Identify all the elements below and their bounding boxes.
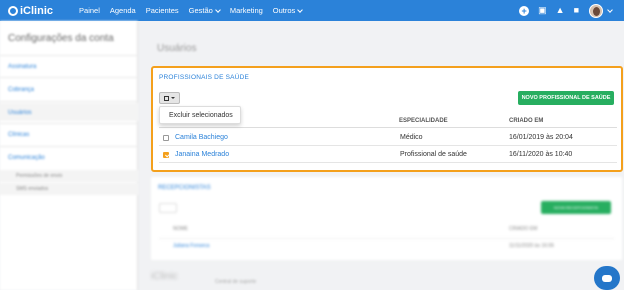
receptionist-name-link[interactable]: Juliana Fonseca	[173, 243, 209, 249]
page-title: Usuários	[157, 43, 197, 54]
divider	[0, 146, 138, 147]
support-link[interactable]: Central de suporte	[215, 279, 256, 285]
sidebar-title: Configurações da conta	[8, 33, 114, 44]
receptionists-section: RECEPCIONISTAS NOVA RECEPCIONISTA NOME C…	[151, 177, 622, 260]
main-nav: Painel Agenda Pacientes Gestão Marketing…	[79, 6, 312, 15]
column-header-created: CRIADO EM	[509, 226, 538, 232]
table-row: Juliana Fonseca 11/11/2020 às 16:06	[159, 238, 614, 252]
avatar[interactable]	[589, 3, 603, 18]
sidebar-item-comunicacao[interactable]: Comunicação	[8, 155, 45, 161]
column-header-specialty[interactable]: ESPECIALIDADE	[399, 118, 448, 124]
sidebar-item-cobranca[interactable]: Cobrança	[8, 87, 34, 93]
nav-agenda[interactable]: Agenda	[110, 6, 136, 15]
bell-icon[interactable]: ▲	[556, 6, 565, 15]
footer-logo: iClinic	[151, 271, 178, 282]
table-row: Camila Bachiego Médico 16/01/2019 às 20:…	[159, 129, 617, 146]
logo-text: iClinic	[20, 4, 54, 17]
specialty-cell: Profissional de saúde	[400, 151, 467, 158]
sidebar-item-clinicas[interactable]: Clínicas	[8, 132, 29, 138]
sidebar-subitem-sms[interactable]: SMS enviados	[0, 183, 138, 195]
new-receptionist-button[interactable]: NOVA RECEPCIONISTA	[541, 201, 611, 214]
specialty-cell: Médico	[400, 134, 423, 141]
professionals-section: PROFISSIONAIS DE SAÚDE NOVO PROFISSIONAL…	[151, 66, 623, 172]
row-checkbox-checked[interactable]	[163, 152, 169, 158]
table-row: Janaina Medrado Profissional de saúde 16…	[159, 146, 617, 163]
navbar-actions: + ▣ ▲ ■	[519, 0, 613, 21]
gift-icon[interactable]: ▣	[538, 6, 547, 15]
row-checkbox[interactable]	[163, 135, 169, 141]
divider	[0, 101, 138, 102]
divider	[0, 77, 138, 78]
checkbox-icon	[164, 95, 169, 101]
bulk-actions-button[interactable]	[159, 203, 177, 213]
sidebar-item-usuarios[interactable]: Usuários	[8, 110, 32, 116]
divider	[0, 55, 138, 56]
chevron-down-icon	[297, 6, 304, 13]
logo-icon	[8, 5, 18, 16]
sidebar-item-assinatura[interactable]: Assinatura	[8, 64, 36, 70]
section-title: PROFISSIONAIS DE SAÚDE	[159, 74, 250, 81]
settings-sidebar: Configurações da conta Assinatura Cobran…	[0, 21, 138, 290]
chat-icon[interactable]: ■	[574, 6, 579, 15]
new-professional-button[interactable]: NOVO PROFISSIONAL DE SAÚDE	[518, 91, 614, 105]
created-cell: 16/11/2020 às 10:40	[509, 151, 573, 158]
chat-bubble-icon[interactable]	[594, 266, 620, 290]
column-header-created[interactable]: CRIADO EM	[509, 118, 543, 124]
column-header-name: NOME	[173, 226, 188, 232]
nav-outros-label: Outros	[272, 6, 296, 15]
sidebar-subitem-permissoes[interactable]: Permissões de envio	[0, 170, 138, 182]
table-header: NOME CRIADO EM	[159, 224, 614, 236]
created-cell: 16/01/2019 às 20:04	[509, 134, 573, 141]
nav-pacientes[interactable]: Pacientes	[146, 6, 179, 15]
professional-name-link[interactable]: Camila Bachiego	[175, 134, 228, 141]
delete-selected-menu-item[interactable]: Excluir selecionados	[169, 112, 233, 119]
plus-circle-icon[interactable]: +	[519, 5, 530, 16]
iclinic-logo[interactable]: iClinic	[8, 5, 53, 17]
nav-marketing[interactable]: Marketing	[230, 6, 263, 15]
chevron-down-icon[interactable]	[607, 6, 613, 13]
section-title: RECEPCIONISTAS	[158, 185, 211, 191]
professional-name-link[interactable]: Janaina Medrado	[175, 151, 229, 158]
nav-painel[interactable]: Painel	[79, 6, 100, 15]
caret-down-icon	[171, 97, 175, 99]
created-cell: 11/11/2020 às 16:06	[509, 243, 554, 249]
bulk-actions-button[interactable]	[159, 92, 180, 104]
top-navbar: iClinic Painel Agenda Pacientes Gestão M…	[0, 0, 624, 21]
nav-gestao[interactable]: Gestão	[188, 6, 221, 15]
nav-outros[interactable]: Outros	[272, 6, 304, 15]
nav-gestao-label: Gestão	[188, 6, 213, 15]
bulk-actions-menu: Excluir selecionados	[159, 106, 241, 124]
divider	[0, 123, 138, 124]
chevron-down-icon	[215, 6, 221, 13]
